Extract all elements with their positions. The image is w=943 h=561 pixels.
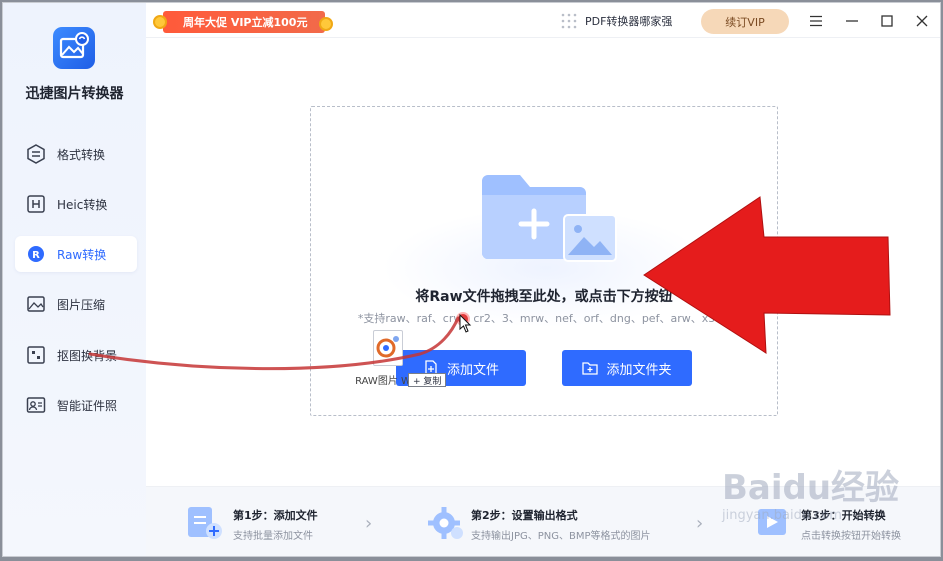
watermark-url: jingyan.baidu.com	[722, 508, 842, 523]
watermark: Baidu经验	[722, 468, 900, 508]
red-arrow-annotation-icon	[643, 196, 891, 354]
